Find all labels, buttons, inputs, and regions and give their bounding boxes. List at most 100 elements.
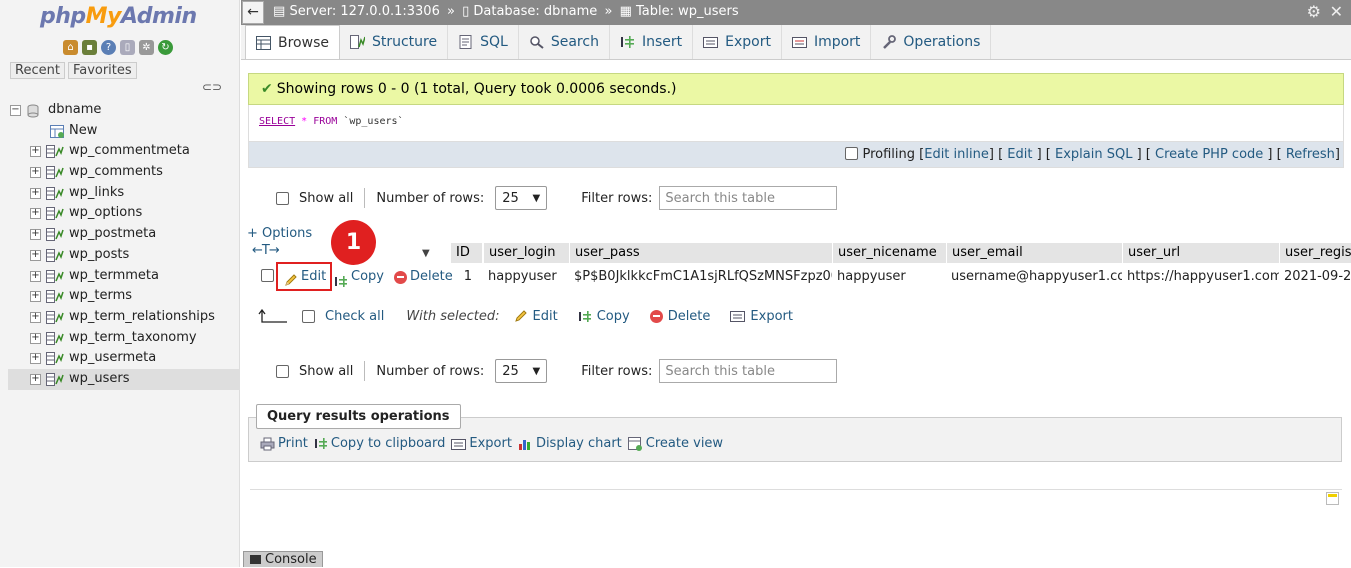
close-icon[interactable]: ✕: [1330, 2, 1343, 21]
table-structure-icon[interactable]: [46, 352, 64, 366]
bulk-copy-button[interactable]: Copy: [578, 309, 630, 324]
display-chart-button[interactable]: Display chart: [518, 436, 622, 451]
check-all-label[interactable]: Check all: [325, 309, 384, 324]
tree-new[interactable]: New: [8, 121, 240, 142]
tree-table-item[interactable]: + wp_posts: [8, 245, 240, 266]
sql-select-keyword[interactable]: SELECT: [259, 116, 295, 127]
tree-table-item[interactable]: + wp_users: [8, 368, 240, 390]
table-structure-icon[interactable]: [46, 331, 64, 345]
options-link[interactable]: + Options: [247, 226, 312, 241]
tree-table-item[interactable]: + wp_termmeta: [8, 266, 240, 287]
table-structure-icon[interactable]: [46, 145, 64, 159]
tree-table-item[interactable]: + wp_options: [8, 203, 240, 224]
column-header-user-nicename[interactable]: user_nicename: [832, 243, 946, 263]
column-header-ID[interactable]: ID: [450, 243, 482, 263]
tab-operations[interactable]: Operations: [871, 25, 992, 59]
breadcrumb-table[interactable]: Table: wp_users: [636, 4, 739, 19]
table-structure-icon[interactable]: [46, 290, 64, 304]
tree-db-dbname[interactable]: − dbname: [8, 100, 240, 121]
profiling-checkbox[interactable]: [845, 147, 859, 160]
collapse-nav-button[interactable]: ←: [242, 1, 264, 24]
column-header-user-regis[interactable]: user_regis: [1279, 243, 1351, 263]
filter-rows-input[interactable]: Search this table: [659, 359, 838, 383]
tab-insert[interactable]: Insert: [610, 25, 694, 59]
table-structure-icon[interactable]: [46, 228, 64, 242]
breadcrumb-server[interactable]: Server: 127.0.0.1:3306: [289, 4, 439, 19]
console-toggle[interactable]: Console: [243, 551, 323, 567]
expand-icon[interactable]: +: [30, 353, 41, 365]
bulk-edit-button[interactable]: Edit: [514, 309, 558, 324]
logout-icon[interactable]: ▪: [82, 40, 97, 55]
favorites-tab[interactable]: Favorites: [67, 62, 137, 79]
tab-import[interactable]: Import: [782, 25, 872, 59]
expand-icon[interactable]: +: [30, 270, 41, 282]
export-button[interactable]: Export: [451, 436, 512, 451]
tree-table-item[interactable]: + wp_term_relationships: [8, 307, 240, 328]
table-structure-icon[interactable]: [46, 207, 64, 221]
explain-sql-link[interactable]: Explain SQL: [1055, 147, 1132, 162]
expand-icon[interactable]: +: [30, 146, 41, 158]
column-header-user-url[interactable]: user_url: [1122, 243, 1279, 263]
tab-browse[interactable]: Browse: [245, 25, 340, 59]
expand-icon[interactable]: +: [30, 291, 41, 303]
row-copy-button[interactable]: Copy: [334, 263, 384, 291]
expand-icon[interactable]: +: [30, 208, 41, 220]
tab-search[interactable]: Search: [519, 25, 610, 59]
tree-table-item[interactable]: + wp_links: [8, 183, 240, 204]
bulk-delete-button[interactable]: Delete: [649, 309, 710, 324]
expand-icon[interactable]: +: [30, 167, 41, 179]
tab-export[interactable]: Export: [693, 25, 782, 59]
expand-icon[interactable]: +: [30, 187, 41, 199]
expand-icon[interactable]: +: [30, 229, 41, 241]
print-button[interactable]: Print: [260, 436, 308, 451]
row-delete-button[interactable]: Delete: [394, 263, 453, 291]
tab-sql[interactable]: SQL: [448, 25, 519, 59]
tree-table-item[interactable]: + wp_term_taxonomy: [8, 328, 240, 349]
tree-table-item[interactable]: + wp_comments: [8, 162, 240, 183]
create-php-code-link[interactable]: Create PHP code: [1155, 147, 1263, 162]
collapse-icon[interactable]: −: [10, 105, 21, 116]
copy-to-clipboard-button[interactable]: Copy to clipboard: [314, 436, 445, 451]
help-icon[interactable]: ?: [101, 40, 116, 55]
row-checkbox[interactable]: [261, 269, 274, 282]
docs-icon[interactable]: ▯: [120, 40, 135, 55]
tree-table-item[interactable]: + wp_usermeta: [8, 348, 240, 369]
sort-dropdown[interactable]: ▼: [417, 243, 453, 263]
home-icon[interactable]: ⌂: [63, 40, 78, 55]
show-all-checkbox[interactable]: [276, 364, 289, 378]
edit-query-link[interactable]: Edit: [1007, 147, 1032, 162]
table-structure-icon[interactable]: [46, 186, 64, 200]
tree-table-item[interactable]: + wp_commentmeta: [8, 141, 240, 162]
reload-icon[interactable]: ↻: [158, 40, 173, 55]
filter-rows-input[interactable]: Search this table: [659, 186, 838, 210]
tree-table-item[interactable]: + wp_terms: [8, 286, 240, 307]
rows-select[interactable]: 25 ▼: [495, 359, 548, 383]
table-structure-icon[interactable]: [46, 310, 64, 324]
settings-gear-icon[interactable]: ✲: [139, 40, 154, 55]
tab-structure[interactable]: Structure: [340, 25, 449, 59]
rows-select[interactable]: 25 ▼: [495, 186, 548, 210]
recent-tab[interactable]: Recent: [10, 62, 65, 79]
column-header-user-pass[interactable]: user_pass: [569, 243, 832, 263]
refresh-link[interactable]: Refresh: [1286, 147, 1335, 162]
column-header-user-email[interactable]: user_email: [946, 243, 1122, 263]
link-chain-icon[interactable]: ⊂⊃: [202, 80, 222, 94]
bulk-export-button[interactable]: Export: [730, 309, 793, 324]
table-structure-icon[interactable]: [46, 248, 64, 262]
create-view-button[interactable]: Create view: [627, 436, 723, 451]
breadcrumb-database[interactable]: Database: dbname: [473, 4, 597, 19]
edit-inline-link[interactable]: Edit inline: [924, 147, 989, 162]
table-structure-icon[interactable]: [46, 269, 64, 283]
settings-gear-icon[interactable]: ⚙: [1307, 2, 1321, 21]
column-header-user-login[interactable]: user_login: [483, 243, 569, 263]
check-all-checkbox[interactable]: [302, 309, 315, 323]
expand-icon[interactable]: +: [30, 373, 41, 385]
expand-icon[interactable]: +: [30, 249, 41, 261]
show-all-checkbox[interactable]: [276, 191, 289, 205]
tree-table-item[interactable]: + wp_postmeta: [8, 224, 240, 245]
phpmyadmin-logo[interactable]: phpMyAdmin: [40, 4, 197, 29]
expand-icon[interactable]: +: [30, 311, 41, 323]
expand-icon[interactable]: +: [30, 332, 41, 344]
table-structure-icon[interactable]: [46, 372, 64, 386]
table-structure-icon[interactable]: [46, 166, 64, 180]
